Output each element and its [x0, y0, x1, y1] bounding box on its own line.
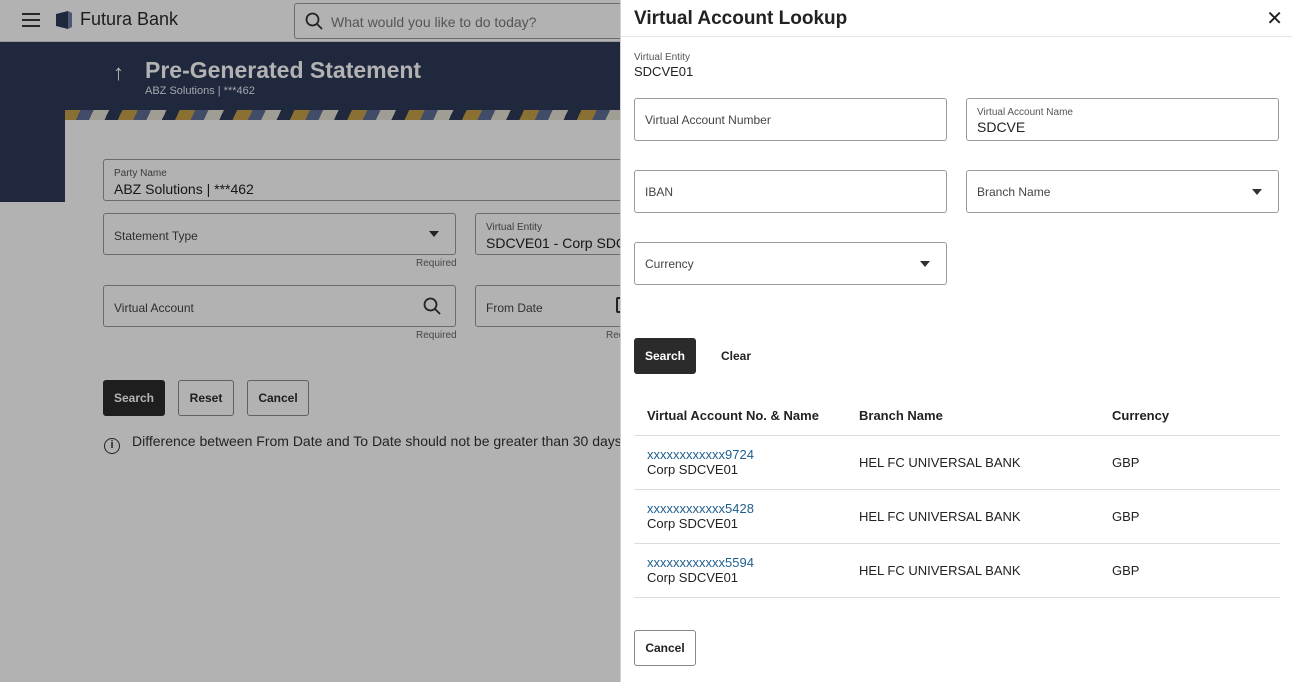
lookup-search-button[interactable]: Search	[634, 338, 696, 374]
account-name: Corp SDCVE01	[647, 516, 739, 531]
virtual-entity-value: SDCVE01	[634, 64, 694, 79]
modal-backdrop[interactable]	[0, 0, 620, 682]
currency-cell: GBP	[1099, 543, 1280, 598]
lookup-cancel-button[interactable]: Cancel	[634, 630, 696, 666]
table-row: xxxxxxxxxxxx5428 Corp SDCVE01 HEL FC UNI…	[634, 489, 1280, 544]
branch-name-select[interactable]: Branch Name	[966, 170, 1279, 213]
account-number-link[interactable]: xxxxxxxxxxxx9724	[647, 447, 846, 462]
drawer-header: Virtual Account Lookup ✕	[621, 0, 1292, 37]
chevron-down-icon	[1252, 189, 1262, 195]
virtual-entity-label: Virtual Entity	[634, 52, 690, 63]
table-row: xxxxxxxxxxxx9724 Corp SDCVE01 HEL FC UNI…	[634, 435, 1280, 490]
table-row: xxxxxxxxxxxx5594 Corp SDCVE01 HEL FC UNI…	[634, 543, 1280, 598]
va-name-label: Virtual Account Name	[977, 107, 1073, 118]
branch-cell: HEL FC UNIVERSAL BANK	[846, 489, 1099, 544]
currency-placeholder: Currency	[645, 257, 694, 271]
account-number-link[interactable]: xxxxxxxxxxxx5594	[647, 555, 846, 570]
virtual-account-name-input[interactable]: Virtual Account Name SDCVE	[966, 98, 1279, 141]
table-header-row: Virtual Account No. & Name Branch Name C…	[634, 397, 1280, 436]
currency-cell: GBP	[1099, 489, 1280, 544]
chevron-down-icon	[920, 261, 930, 267]
column-header: Virtual Account No. & Name	[634, 397, 846, 436]
va-name-value: SDCVE	[977, 119, 1026, 135]
drawer-title: Virtual Account Lookup	[634, 8, 848, 29]
account-number-link[interactable]: xxxxxxxxxxxx5428	[647, 501, 846, 516]
currency-cell: GBP	[1099, 435, 1280, 490]
va-number-placeholder: Virtual Account Number	[645, 113, 771, 127]
virtual-account-number-input[interactable]: Virtual Account Number	[634, 98, 947, 141]
account-cell: xxxxxxxxxxxx9724 Corp SDCVE01	[634, 435, 846, 490]
lookup-results-table: Virtual Account No. & Name Branch Name C…	[634, 397, 1280, 598]
close-icon[interactable]: ✕	[1266, 6, 1283, 31]
branch-name-placeholder: Branch Name	[977, 185, 1051, 199]
column-header: Branch Name	[846, 397, 1099, 436]
column-header: Currency	[1099, 397, 1280, 436]
account-cell: xxxxxxxxxxxx5428 Corp SDCVE01	[634, 489, 846, 544]
currency-select[interactable]: Currency	[634, 242, 947, 285]
account-name: Corp SDCVE01	[647, 462, 739, 477]
account-cell: xxxxxxxxxxxx5594 Corp SDCVE01	[634, 543, 846, 598]
branch-cell: HEL FC UNIVERSAL BANK	[846, 543, 1099, 598]
lookup-clear-button[interactable]: Clear	[711, 338, 761, 374]
iban-input[interactable]: IBAN	[634, 170, 947, 213]
iban-placeholder: IBAN	[645, 185, 674, 199]
account-name: Corp SDCVE01	[647, 570, 739, 585]
branch-cell: HEL FC UNIVERSAL BANK	[846, 435, 1099, 490]
virtual-account-lookup-drawer: Virtual Account Lookup ✕ Virtual Entity …	[620, 0, 1292, 682]
